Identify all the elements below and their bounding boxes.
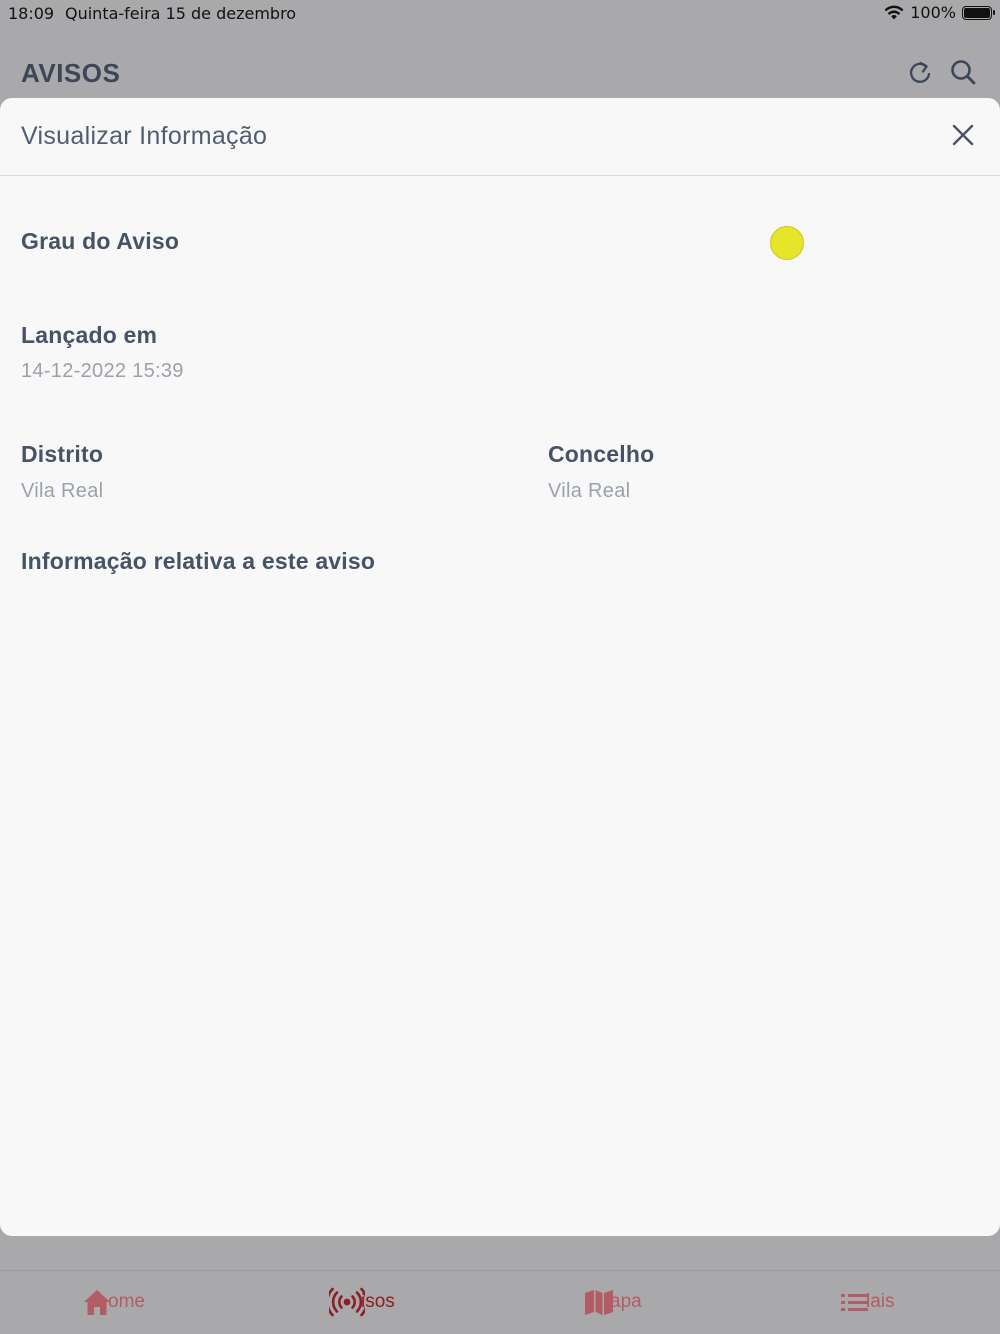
grade-label: Grau do Aviso xyxy=(21,228,180,254)
close-icon[interactable] xyxy=(950,122,976,148)
info-modal: Visualizar Informação Grau do Aviso Lanç… xyxy=(0,98,1000,1236)
status-time: 18:09 xyxy=(8,4,55,23)
tab-mais[interactable]: lais xyxy=(840,1287,895,1317)
tab-home[interactable]: ome xyxy=(82,1287,145,1317)
tab-avisos-label: isos xyxy=(361,1291,395,1312)
grade-indicator xyxy=(770,226,804,260)
tab-mapa[interactable]: apa xyxy=(584,1287,642,1317)
tab-bar: ome isos apa lais xyxy=(0,1270,1000,1334)
district-value: Vila Real xyxy=(21,480,104,502)
page-title: AVISOS xyxy=(21,58,121,88)
search-icon[interactable] xyxy=(949,58,977,86)
issued-label: Lançado em xyxy=(21,322,158,348)
app-header: AVISOS xyxy=(0,40,1000,100)
tab-mais-label: lais xyxy=(866,1291,895,1312)
broadcast-icon xyxy=(329,1287,365,1317)
battery-percent: 100% xyxy=(910,3,956,22)
issued-value: 14-12-2022 15:39 xyxy=(21,360,184,382)
county-label: Concelho xyxy=(548,441,655,467)
status-date: Quinta-feira 15 de dezembro xyxy=(65,4,297,23)
info-label: Informação relativa a este aviso xyxy=(21,548,376,574)
district-label: Distrito xyxy=(21,441,104,467)
modal-header: Visualizar Informação xyxy=(0,98,1000,176)
refresh-icon[interactable] xyxy=(906,58,934,86)
tab-avisos[interactable]: isos xyxy=(329,1287,395,1317)
status-bar: 18:09 Quinta-feira 15 de dezembro 100% xyxy=(0,0,1000,28)
status-right: 100% xyxy=(884,3,995,22)
county-value: Vila Real xyxy=(548,480,631,502)
wifi-icon xyxy=(884,5,904,19)
tab-mapa-label: apa xyxy=(610,1291,642,1312)
battery-icon xyxy=(962,5,995,20)
modal-title: Visualizar Informação xyxy=(21,122,268,150)
tab-home-label: ome xyxy=(108,1291,145,1312)
